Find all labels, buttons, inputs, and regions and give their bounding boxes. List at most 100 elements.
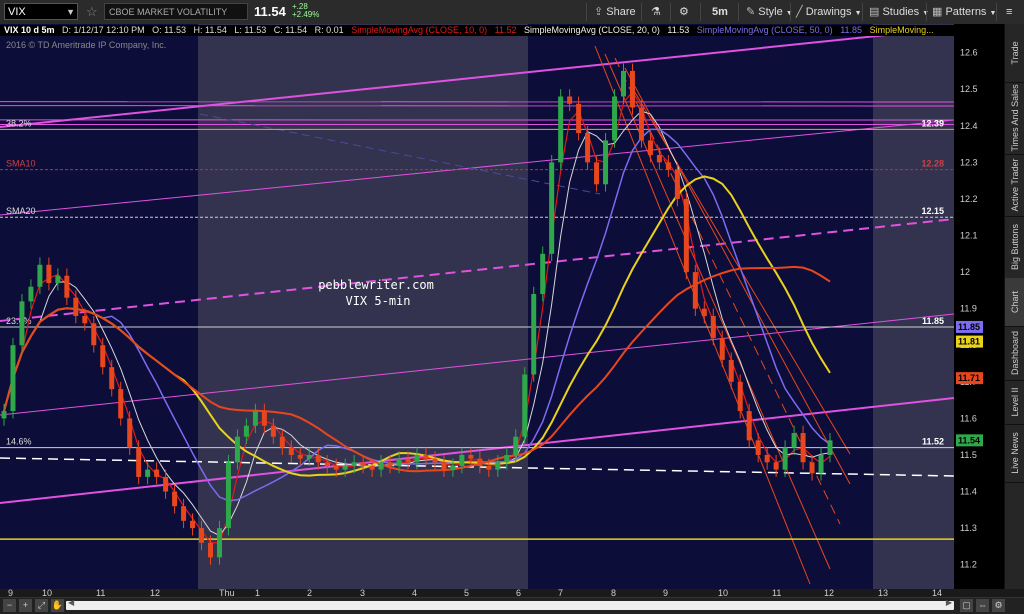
favorite-star-icon[interactable]: ☆ [86, 0, 98, 24]
study-sma20[interactable]: SimpleMovingAvg (CLOSE, 20, 0) [524, 25, 660, 35]
settings-button[interactable]: ⚙ [679, 0, 689, 24]
candle-body [352, 462, 357, 466]
scroll-left-icon[interactable]: ◀ [68, 598, 74, 607]
candle-body [244, 426, 249, 437]
study-sma10[interactable]: SimpleMovingAvg (CLOSE, 10, 0) [351, 25, 487, 35]
level-label: SMA20 [6, 206, 36, 216]
candle-body [504, 455, 509, 462]
patterns-icon: ▦ [932, 6, 942, 18]
candle-body [441, 462, 446, 469]
zoom-out-button[interactable]: − [3, 599, 16, 612]
price-chart[interactable]: 38.2%SMA10SMA2023.6%14.6%12.3912.2812.15… [0, 24, 1004, 589]
drawings-label: Drawings [806, 6, 852, 18]
symbol-input[interactable]: VIX ▼ [4, 3, 78, 20]
candle-body [2, 411, 7, 418]
candle-body [109, 367, 114, 389]
candle-body [280, 437, 285, 448]
chevron-down-icon[interactable]: ▼ [66, 4, 75, 21]
drawings-button[interactable]: ╱ Drawings ▼ [796, 0, 862, 24]
studies-button[interactable]: ▤ Studies ▼ [869, 0, 929, 24]
study-sma20-value: 11.53 [667, 25, 689, 35]
y-tick-label: 11.3 [960, 523, 977, 533]
toolbar-separator [862, 3, 863, 21]
bar-rate: R: 0.01 [315, 25, 344, 35]
candle-body [73, 298, 78, 316]
candle-body [468, 455, 473, 459]
side-panel-tabs: TradeTimes And SalesActive TraderBig But… [1004, 24, 1024, 589]
candle-body [819, 455, 824, 473]
candle-body [459, 455, 464, 466]
study-sma50[interactable]: SimpleMovingAvg (CLOSE, 50, 0) [697, 25, 833, 35]
candle-body [684, 199, 689, 272]
candle-body [325, 462, 330, 466]
time-axis: 9101112Thu1234567891011121314 [0, 589, 1004, 597]
timeframe-button[interactable]: 5m [712, 0, 728, 24]
candle-body [172, 492, 177, 507]
hand-icon: ✋ [52, 600, 63, 610]
sidebar-tab-times-and-sales[interactable]: Times And Sales [1005, 82, 1024, 155]
zoom-in-button[interactable]: + [19, 599, 32, 612]
candle-body [64, 276, 69, 298]
style-button[interactable]: ✎ Style ▼ [746, 0, 793, 24]
candle-body [361, 462, 366, 466]
candle-body [648, 140, 653, 155]
fit-button[interactable]: ⤢ [35, 599, 48, 612]
studies-label: Studies [882, 6, 919, 18]
candle-body [289, 448, 294, 455]
sidebar-tab-dashboard[interactable]: Dashboard [1005, 326, 1024, 381]
candle-body [621, 71, 626, 97]
sidebar-tab-big-buttons[interactable]: Big Buttons [1005, 216, 1024, 279]
candle-body [127, 418, 132, 447]
scroll-right-icon[interactable]: ▶ [946, 598, 952, 607]
candle-body [657, 155, 662, 162]
candle-body [55, 276, 60, 283]
candle-body [693, 272, 698, 309]
sidebar-tab-chart[interactable]: Chart [1005, 278, 1024, 327]
candle-body [495, 462, 500, 469]
sidebar-tab-trade[interactable]: Trade [1005, 24, 1024, 83]
candle-body [415, 455, 420, 462]
menu-button[interactable]: ≡ [1006, 0, 1012, 24]
chevron-down-icon: ▼ [855, 10, 862, 17]
candle-body [540, 254, 545, 294]
price-tag-label: 11.71 [958, 373, 980, 383]
flask-button[interactable]: ⚗ [651, 0, 661, 24]
sidebar-tab-active-trader[interactable]: Active Trader [1005, 154, 1024, 217]
expand-button[interactable]: ▢ [960, 599, 973, 612]
bar-open: O: 11.53 [152, 25, 186, 35]
candle-body [558, 97, 563, 163]
flask-icon: ⚗ [651, 6, 661, 18]
price-tag-label: 11.54 [958, 435, 980, 445]
candle-body [756, 440, 761, 455]
candle-body [118, 389, 123, 418]
sidebar-tab-label: Level II [1010, 387, 1020, 416]
sidebar-tab-label: Chart [1010, 291, 1020, 313]
study-sma50-value: 11.85 [840, 25, 862, 35]
sidebar-tab-live-news[interactable]: Live News [1005, 424, 1024, 483]
candle-body [486, 466, 491, 470]
candle-body [145, 470, 150, 477]
price-label: 11.85 [922, 316, 944, 326]
drawings-icon: ╱ [796, 6, 803, 18]
scroll-button[interactable]: ⇔ [976, 599, 989, 612]
sidebar-tab-level-ii[interactable]: Level II [1005, 380, 1024, 425]
settings-small-button[interactable]: ⚙ [992, 599, 1005, 612]
candle-body [406, 459, 411, 463]
toolbar-separator [641, 3, 642, 21]
study-more[interactable]: SimpleMoving... [870, 25, 934, 35]
chart-area[interactable]: 38.2%SMA10SMA2023.6%14.6%12.3912.2812.15… [0, 24, 1004, 589]
time-scrollbar[interactable]: ◀ ▶ [66, 601, 954, 610]
patterns-button[interactable]: ▦ Patterns ▼ [932, 0, 996, 24]
change-percent: +2.49% [292, 10, 319, 19]
toolbar-separator [586, 3, 587, 21]
drag-button[interactable]: ✋ [51, 599, 64, 612]
candle-body [190, 521, 195, 528]
candle-body [765, 455, 770, 462]
price-label: 12.39 [921, 118, 944, 128]
candle-body [316, 455, 321, 462]
candle-body [100, 345, 105, 367]
share-button[interactable]: ⇪ Share [594, 0, 636, 24]
candle-body [720, 338, 725, 360]
candle-body [307, 455, 312, 459]
candle-body [531, 294, 536, 374]
